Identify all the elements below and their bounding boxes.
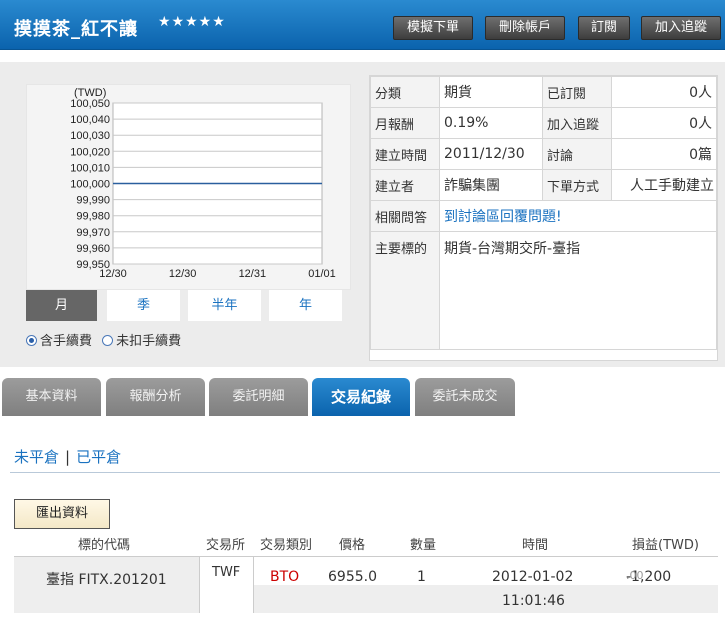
creator-value: 詐騙集團 bbox=[439, 169, 543, 201]
subscribed-value: 0人 bbox=[611, 76, 717, 108]
header-bar: 摸摸茶_紅不讓 ★★★★★ 模擬下單 刪除帳戶 訂閱 加入追蹤 bbox=[0, 0, 725, 50]
order-method-label: 下單方式 bbox=[542, 169, 612, 201]
monthly-return-value: 0.19% bbox=[439, 107, 543, 139]
created-value: 2011/12/30 bbox=[439, 138, 543, 170]
y-tick-label: 100,010 bbox=[70, 162, 110, 174]
trade-records-content: 未平倉 | 已平倉 匯出資料 標的代碼 交易所 交易類別 價格 數量 時間 損益(T… bbox=[0, 416, 725, 618]
tab-order-details[interactable]: 委託明細 bbox=[209, 378, 308, 416]
y-tick-label: 99,990 bbox=[76, 195, 110, 207]
col-qty: 數量 bbox=[410, 538, 437, 553]
x-tick-label: 12/30 bbox=[169, 268, 197, 280]
tab-basic-info[interactable]: 基本資料 bbox=[2, 378, 101, 416]
radio-include-fee[interactable]: 含手續費 bbox=[26, 330, 92, 349]
subscribe-button[interactable]: 訂閱 bbox=[578, 16, 630, 40]
followed-value: 0人 bbox=[611, 107, 717, 139]
created-label: 建立時間 bbox=[370, 138, 440, 170]
col-symbol: 標的代碼 bbox=[78, 538, 131, 553]
followed-label: 加入追蹤 bbox=[542, 107, 612, 139]
x-tick-label: 12/31 bbox=[239, 268, 267, 280]
y-tick-label: 99,970 bbox=[76, 227, 110, 239]
tab-return-analysis[interactable]: 報酬分析 bbox=[106, 378, 205, 416]
info-table: 分類 期貨 已訂閱 0人 月報酬 0.19% 加入追蹤 0人 建立時間 2011… bbox=[369, 75, 718, 361]
qa-link[interactable]: 到討論區回覆問題! bbox=[439, 200, 717, 232]
follow-button[interactable]: 加入追蹤 bbox=[641, 16, 721, 40]
order-method-value: 人工手動建立 bbox=[611, 169, 717, 201]
y-tick-label: 99,980 bbox=[76, 211, 110, 223]
subnav-separator: | bbox=[65, 448, 71, 466]
page-title: 摸摸茶_紅不讓 bbox=[14, 19, 138, 40]
radio-unselected-icon bbox=[102, 335, 114, 346]
fee-options: 含手續費 未扣手續費 bbox=[26, 330, 187, 349]
row-price: 6955.0 bbox=[328, 569, 377, 585]
radio-selected-icon bbox=[26, 335, 37, 346]
qa-label: 相關問答 bbox=[370, 200, 440, 232]
tab-trade-records[interactable]: 交易紀錄 bbox=[312, 378, 410, 416]
row-date: 2012-01-02 bbox=[492, 569, 574, 585]
delete-account-button[interactable]: 刪除帳戶 bbox=[485, 16, 565, 40]
discussion-label: 討論 bbox=[542, 138, 612, 170]
period-tab-halfyear[interactable]: 半年 bbox=[188, 290, 261, 321]
export-data-button[interactable]: 匯出資料 bbox=[14, 499, 110, 529]
period-tab-quarter[interactable]: 季 bbox=[107, 290, 180, 321]
monthly-return-label: 月報酬 bbox=[370, 107, 440, 139]
creator-label: 建立者 bbox=[370, 169, 440, 201]
col-price: 價格 bbox=[339, 538, 366, 553]
main-target-label: 主要標的 bbox=[370, 231, 440, 350]
y-tick-label: 100,050 bbox=[70, 98, 110, 110]
closed-positions-link[interactable]: 已平倉 bbox=[76, 448, 121, 466]
discussion-value: 0篇 bbox=[611, 138, 717, 170]
col-exchange: 交易所 bbox=[206, 538, 246, 553]
row-time: 11:01:46 bbox=[502, 593, 565, 609]
subscribed-label: 已訂閱 bbox=[542, 76, 612, 108]
position-filter: 未平倉 | 已平倉 bbox=[14, 446, 121, 467]
col-type: 交易類別 bbox=[260, 538, 313, 553]
row-type: BTO bbox=[270, 569, 300, 585]
open-positions-link[interactable]: 未平倉 bbox=[14, 448, 59, 466]
y-tick-label: 100,030 bbox=[70, 130, 110, 142]
y-tick-label: 100,020 bbox=[70, 146, 110, 158]
row-exchange: TWF bbox=[212, 565, 241, 580]
y-tick-label: 100,000 bbox=[70, 179, 110, 191]
category-label: 分類 bbox=[370, 76, 440, 108]
y-tick-label: 100,040 bbox=[70, 114, 110, 126]
col-time: 時間 bbox=[522, 538, 549, 553]
cell-time-bg bbox=[254, 585, 718, 613]
table-header: 標的代碼 交易所 交易類別 價格 數量 時間 損益(TWD) bbox=[14, 534, 718, 556]
main-target-value: 期貨-台灣期交所-臺指 bbox=[439, 231, 717, 350]
main-tabs: 基本資料 報酬分析 委託明細 交易紀錄 委託未成交 bbox=[0, 378, 725, 416]
radio-exclude-fee[interactable]: 未扣手續費 bbox=[102, 330, 181, 349]
category-value: 期貨 bbox=[439, 76, 543, 108]
rating-stars: ★★★★★ bbox=[158, 14, 226, 30]
period-tab-year[interactable]: 年 bbox=[269, 290, 342, 321]
col-pnl: 損益(TWD) bbox=[632, 538, 699, 553]
period-tab-month[interactable]: 月 bbox=[26, 290, 97, 321]
tab-pending-orders[interactable]: 委託未成交 bbox=[415, 378, 515, 416]
performance-chart: (TWD)100,050100,040100,030100,020100,010… bbox=[70, 87, 336, 280]
table-row: 臺指 FITX.201201 TWF BTO 6955.0 1 2012-01-… bbox=[14, 556, 718, 613]
x-tick-label: 01/01 bbox=[308, 268, 336, 280]
row-qty: 1 bbox=[417, 569, 426, 585]
simulate-order-button[interactable]: 模擬下單 bbox=[393, 16, 473, 40]
period-tabs: 月 季 半年 年 bbox=[26, 290, 351, 321]
summary-panel: (TWD) 100,050 100,040 100,030 100,020 100,010… bbox=[0, 62, 725, 367]
row-symbol: 臺指 FITX.201201 bbox=[46, 572, 167, 588]
chart-area: (TWD) 100,050 100,040 100,030 100,020 100,010… bbox=[26, 84, 351, 354]
y-tick-label: 99,960 bbox=[76, 243, 110, 255]
divider bbox=[10, 472, 720, 473]
x-tick-label: 12/30 bbox=[99, 268, 127, 280]
